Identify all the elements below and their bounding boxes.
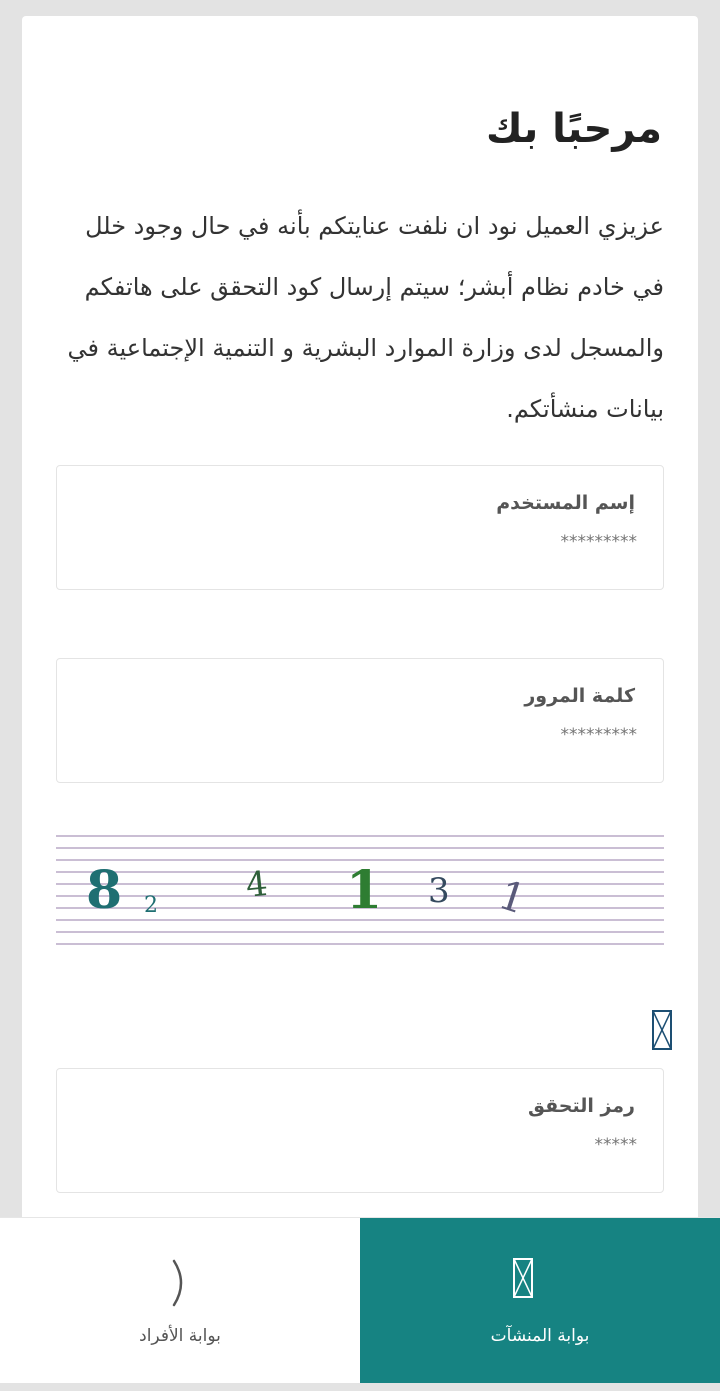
nav-label-establishments: بوابة المنشآت bbox=[490, 1326, 590, 1346]
username-field[interactable]: إسم المستخدم bbox=[56, 465, 664, 590]
nav-tab-establishments[interactable]: بوابة المنشآت bbox=[360, 1218, 720, 1384]
captcha-image: 8 2 4 1 3 1 bbox=[56, 835, 664, 945]
refresh-captcha-icon[interactable] bbox=[652, 1010, 672, 1050]
verification-code-field[interactable]: رمز التحقق bbox=[56, 1068, 664, 1193]
captcha-char: 2 bbox=[144, 893, 158, 918]
verification-code-input[interactable] bbox=[337, 1135, 637, 1155]
password-field[interactable]: كلمة المرور bbox=[56, 658, 664, 783]
nav-tab-individuals[interactable]: بوابة الأفراد bbox=[0, 1218, 360, 1384]
captcha-char: 8 bbox=[86, 860, 122, 921]
username-input[interactable] bbox=[337, 532, 637, 552]
captcha-char: 1 bbox=[346, 860, 382, 921]
captcha-char: 4 bbox=[244, 864, 270, 906]
captcha-char: 3 bbox=[428, 871, 450, 911]
username-label: إسم المستخدم bbox=[496, 492, 635, 514]
nav-label-individuals: بوابة الأفراد bbox=[139, 1326, 221, 1346]
verification-code-label: رمز التحقق bbox=[527, 1095, 635, 1117]
individuals-icon bbox=[172, 1259, 183, 1307]
system-bottom-strip bbox=[0, 1383, 720, 1391]
login-card: مرحبًا بك عزيزي العميل نود ان نلفت عنايت… bbox=[22, 16, 698, 1226]
intro-text: عزيزي العميل نود ان نلفت عنايتكم بأنه في… bbox=[67, 212, 664, 423]
establishments-icon bbox=[513, 1258, 533, 1298]
password-input[interactable] bbox=[337, 725, 637, 745]
page-title: مرحبًا بك bbox=[485, 106, 662, 152]
bottom-nav: بوابة الأفراد بوابة المنشآت bbox=[0, 1217, 720, 1384]
password-label: كلمة المرور bbox=[524, 685, 635, 707]
captcha-char: 1 bbox=[493, 872, 531, 924]
